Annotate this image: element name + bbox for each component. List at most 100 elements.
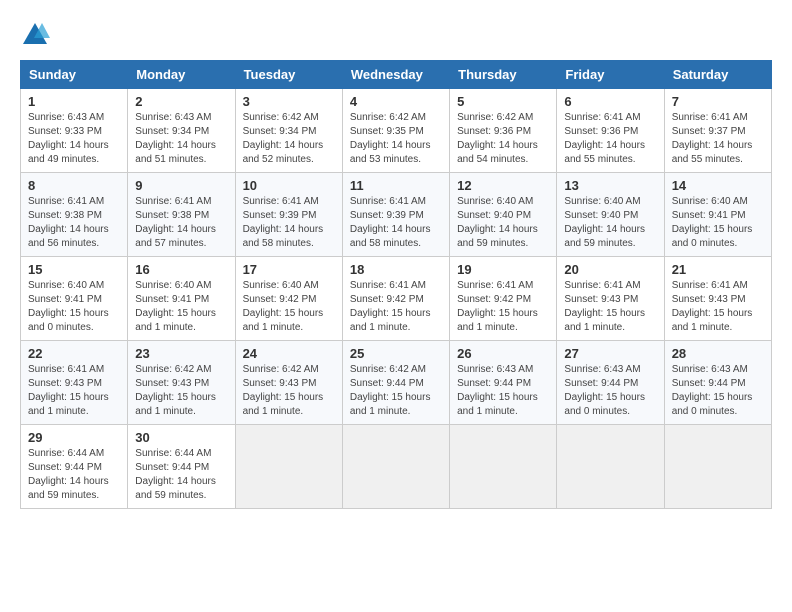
- day-info: Sunrise: 6:41 AM Sunset: 9:43 PM Dayligh…: [564, 279, 656, 335]
- calendar-cell: 6 Sunrise: 6:41 AM Sunset: 9:36 PM Daylig…: [557, 89, 664, 173]
- day-number: 21: [672, 262, 764, 277]
- day-number: 4: [350, 94, 442, 109]
- day-number: 2: [135, 94, 227, 109]
- day-info: Sunrise: 6:41 AM Sunset: 9:37 PM Dayligh…: [672, 111, 764, 167]
- calendar-cell: 27 Sunrise: 6:43 AM Sunset: 9:44 PM Dayli…: [557, 341, 664, 425]
- calendar-header-row: SundayMondayTuesdayWednesdayThursdayFrid…: [21, 61, 772, 89]
- day-info: Sunrise: 6:42 AM Sunset: 9:34 PM Dayligh…: [243, 111, 335, 167]
- day-info: Sunrise: 6:43 AM Sunset: 9:33 PM Dayligh…: [28, 111, 120, 167]
- day-info: Sunrise: 6:40 AM Sunset: 9:41 PM Dayligh…: [135, 279, 227, 335]
- day-number: 1: [28, 94, 120, 109]
- day-info: Sunrise: 6:44 AM Sunset: 9:44 PM Dayligh…: [28, 447, 120, 503]
- calendar-cell: 20 Sunrise: 6:41 AM Sunset: 9:43 PM Dayli…: [557, 257, 664, 341]
- day-info: Sunrise: 6:41 AM Sunset: 9:39 PM Dayligh…: [243, 195, 335, 251]
- day-info: Sunrise: 6:41 AM Sunset: 9:43 PM Dayligh…: [28, 363, 120, 419]
- calendar-cell: 24 Sunrise: 6:42 AM Sunset: 9:43 PM Dayli…: [235, 341, 342, 425]
- calendar-cell: 5Sunrise: 6:42 AM Sunset: 9:36 PM Daylig…: [450, 89, 557, 173]
- day-info: Sunrise: 6:40 AM Sunset: 9:42 PM Dayligh…: [243, 279, 335, 335]
- day-number: 8: [28, 178, 120, 193]
- calendar-cell: 14Sunrise: 6:40 AM Sunset: 9:41 PM Dayli…: [664, 173, 771, 257]
- day-number: 29: [28, 430, 120, 445]
- calendar-cell: 10 Sunrise: 6:41 AM Sunset: 9:39 PM Dayli…: [235, 173, 342, 257]
- day-info: Sunrise: 6:40 AM Sunset: 9:40 PM Dayligh…: [564, 195, 656, 251]
- day-header-monday: Monday: [128, 61, 235, 89]
- day-number: 19: [457, 262, 549, 277]
- calendar-cell: 21 Sunrise: 6:41 AM Sunset: 9:43 PM Dayli…: [664, 257, 771, 341]
- week-row-5: 29 Sunrise: 6:44 AM Sunset: 9:44 PM Dayli…: [21, 425, 772, 509]
- calendar-cell: 19 Sunrise: 6:41 AM Sunset: 9:42 PM Dayli…: [450, 257, 557, 341]
- calendar-cell: 18 Sunrise: 6:41 AM Sunset: 9:42 PM Dayli…: [342, 257, 449, 341]
- calendar-cell: 23 Sunrise: 6:42 AM Sunset: 9:43 PM Dayli…: [128, 341, 235, 425]
- calendar-cell: 26 Sunrise: 6:43 AM Sunset: 9:44 PM Dayli…: [450, 341, 557, 425]
- day-info: Sunrise: 6:41 AM Sunset: 9:42 PM Dayligh…: [457, 279, 549, 335]
- day-info: Sunrise: 6:42 AM Sunset: 9:35 PM Dayligh…: [350, 111, 442, 167]
- day-number: 14: [672, 178, 764, 193]
- calendar-cell: 9 Sunrise: 6:41 AM Sunset: 9:38 PM Daylig…: [128, 173, 235, 257]
- day-number: 24: [243, 346, 335, 361]
- week-row-3: 15 Sunrise: 6:40 AM Sunset: 9:41 PM Dayli…: [21, 257, 772, 341]
- day-number: 26: [457, 346, 549, 361]
- calendar-cell: 11 Sunrise: 6:41 AM Sunset: 9:39 PM Dayli…: [342, 173, 449, 257]
- day-number: 22: [28, 346, 120, 361]
- day-number: 9: [135, 178, 227, 193]
- logo-icon: [20, 20, 50, 50]
- day-header-wednesday: Wednesday: [342, 61, 449, 89]
- day-number: 25: [350, 346, 442, 361]
- day-info: Sunrise: 6:41 AM Sunset: 9:38 PM Dayligh…: [135, 195, 227, 251]
- day-number: 27: [564, 346, 656, 361]
- calendar-cell: 8 Sunrise: 6:41 AM Sunset: 9:38 PM Daylig…: [21, 173, 128, 257]
- day-info: Sunrise: 6:43 AM Sunset: 9:44 PM Dayligh…: [672, 363, 764, 419]
- calendar-cell: 16Sunrise: 6:40 AM Sunset: 9:41 PM Dayli…: [128, 257, 235, 341]
- day-number: 30: [135, 430, 227, 445]
- calendar-cell: 28 Sunrise: 6:43 AM Sunset: 9:44 PM Dayli…: [664, 341, 771, 425]
- day-number: 11: [350, 178, 442, 193]
- calendar-cell: 25 Sunrise: 6:42 AM Sunset: 9:44 PM Dayli…: [342, 341, 449, 425]
- day-info: Sunrise: 6:43 AM Sunset: 9:34 PM Dayligh…: [135, 111, 227, 167]
- calendar-cell: 13 Sunrise: 6:40 AM Sunset: 9:40 PM Dayli…: [557, 173, 664, 257]
- calendar-cell: 3 Sunrise: 6:42 AM Sunset: 9:34 PM Daylig…: [235, 89, 342, 173]
- calendar-cell: 22 Sunrise: 6:41 AM Sunset: 9:43 PM Dayli…: [21, 341, 128, 425]
- day-number: 23: [135, 346, 227, 361]
- day-info: Sunrise: 6:41 AM Sunset: 9:38 PM Dayligh…: [28, 195, 120, 251]
- week-row-4: 22 Sunrise: 6:41 AM Sunset: 9:43 PM Dayli…: [21, 341, 772, 425]
- day-info: Sunrise: 6:41 AM Sunset: 9:39 PM Dayligh…: [350, 195, 442, 251]
- day-header-sunday: Sunday: [21, 61, 128, 89]
- day-number: 20: [564, 262, 656, 277]
- day-number: 7: [672, 94, 764, 109]
- header: [20, 20, 772, 50]
- day-header-thursday: Thursday: [450, 61, 557, 89]
- day-info: Sunrise: 6:41 AM Sunset: 9:36 PM Dayligh…: [564, 111, 656, 167]
- calendar-cell: 17 Sunrise: 6:40 AM Sunset: 9:42 PM Dayli…: [235, 257, 342, 341]
- calendar-cell: [235, 425, 342, 509]
- day-number: 17: [243, 262, 335, 277]
- day-number: 28: [672, 346, 764, 361]
- day-info: Sunrise: 6:43 AM Sunset: 9:44 PM Dayligh…: [564, 363, 656, 419]
- day-number: 6: [564, 94, 656, 109]
- day-info: Sunrise: 6:42 AM Sunset: 9:43 PM Dayligh…: [243, 363, 335, 419]
- day-number: 15: [28, 262, 120, 277]
- day-number: 3: [243, 94, 335, 109]
- day-number: 13: [564, 178, 656, 193]
- calendar-cell: 30Sunrise: 6:44 AM Sunset: 9:44 PM Dayli…: [128, 425, 235, 509]
- day-info: Sunrise: 6:41 AM Sunset: 9:42 PM Dayligh…: [350, 279, 442, 335]
- calendar-cell: 1 Sunrise: 6:43 AM Sunset: 9:33 PM Daylig…: [21, 89, 128, 173]
- calendar-cell: 12Sunrise: 6:40 AM Sunset: 9:40 PM Dayli…: [450, 173, 557, 257]
- day-number: 18: [350, 262, 442, 277]
- calendar-cell: 15Sunrise: 6:40 AM Sunset: 9:41 PM Dayli…: [21, 257, 128, 341]
- week-row-1: 1 Sunrise: 6:43 AM Sunset: 9:33 PM Daylig…: [21, 89, 772, 173]
- logo: [20, 20, 54, 50]
- calendar-cell: [450, 425, 557, 509]
- day-number: 10: [243, 178, 335, 193]
- day-header-saturday: Saturday: [664, 61, 771, 89]
- calendar-cell: 29 Sunrise: 6:44 AM Sunset: 9:44 PM Dayli…: [21, 425, 128, 509]
- day-number: 5: [457, 94, 549, 109]
- day-info: Sunrise: 6:42 AM Sunset: 9:43 PM Dayligh…: [135, 363, 227, 419]
- calendar-cell: 2 Sunrise: 6:43 AM Sunset: 9:34 PM Daylig…: [128, 89, 235, 173]
- day-number: 12: [457, 178, 549, 193]
- day-info: Sunrise: 6:43 AM Sunset: 9:44 PM Dayligh…: [457, 363, 549, 419]
- day-info: Sunrise: 6:42 AM Sunset: 9:44 PM Dayligh…: [350, 363, 442, 419]
- calendar-cell: [342, 425, 449, 509]
- calendar-cell: [557, 425, 664, 509]
- calendar-body: 1 Sunrise: 6:43 AM Sunset: 9:33 PM Daylig…: [21, 89, 772, 509]
- day-info: Sunrise: 6:41 AM Sunset: 9:43 PM Dayligh…: [672, 279, 764, 335]
